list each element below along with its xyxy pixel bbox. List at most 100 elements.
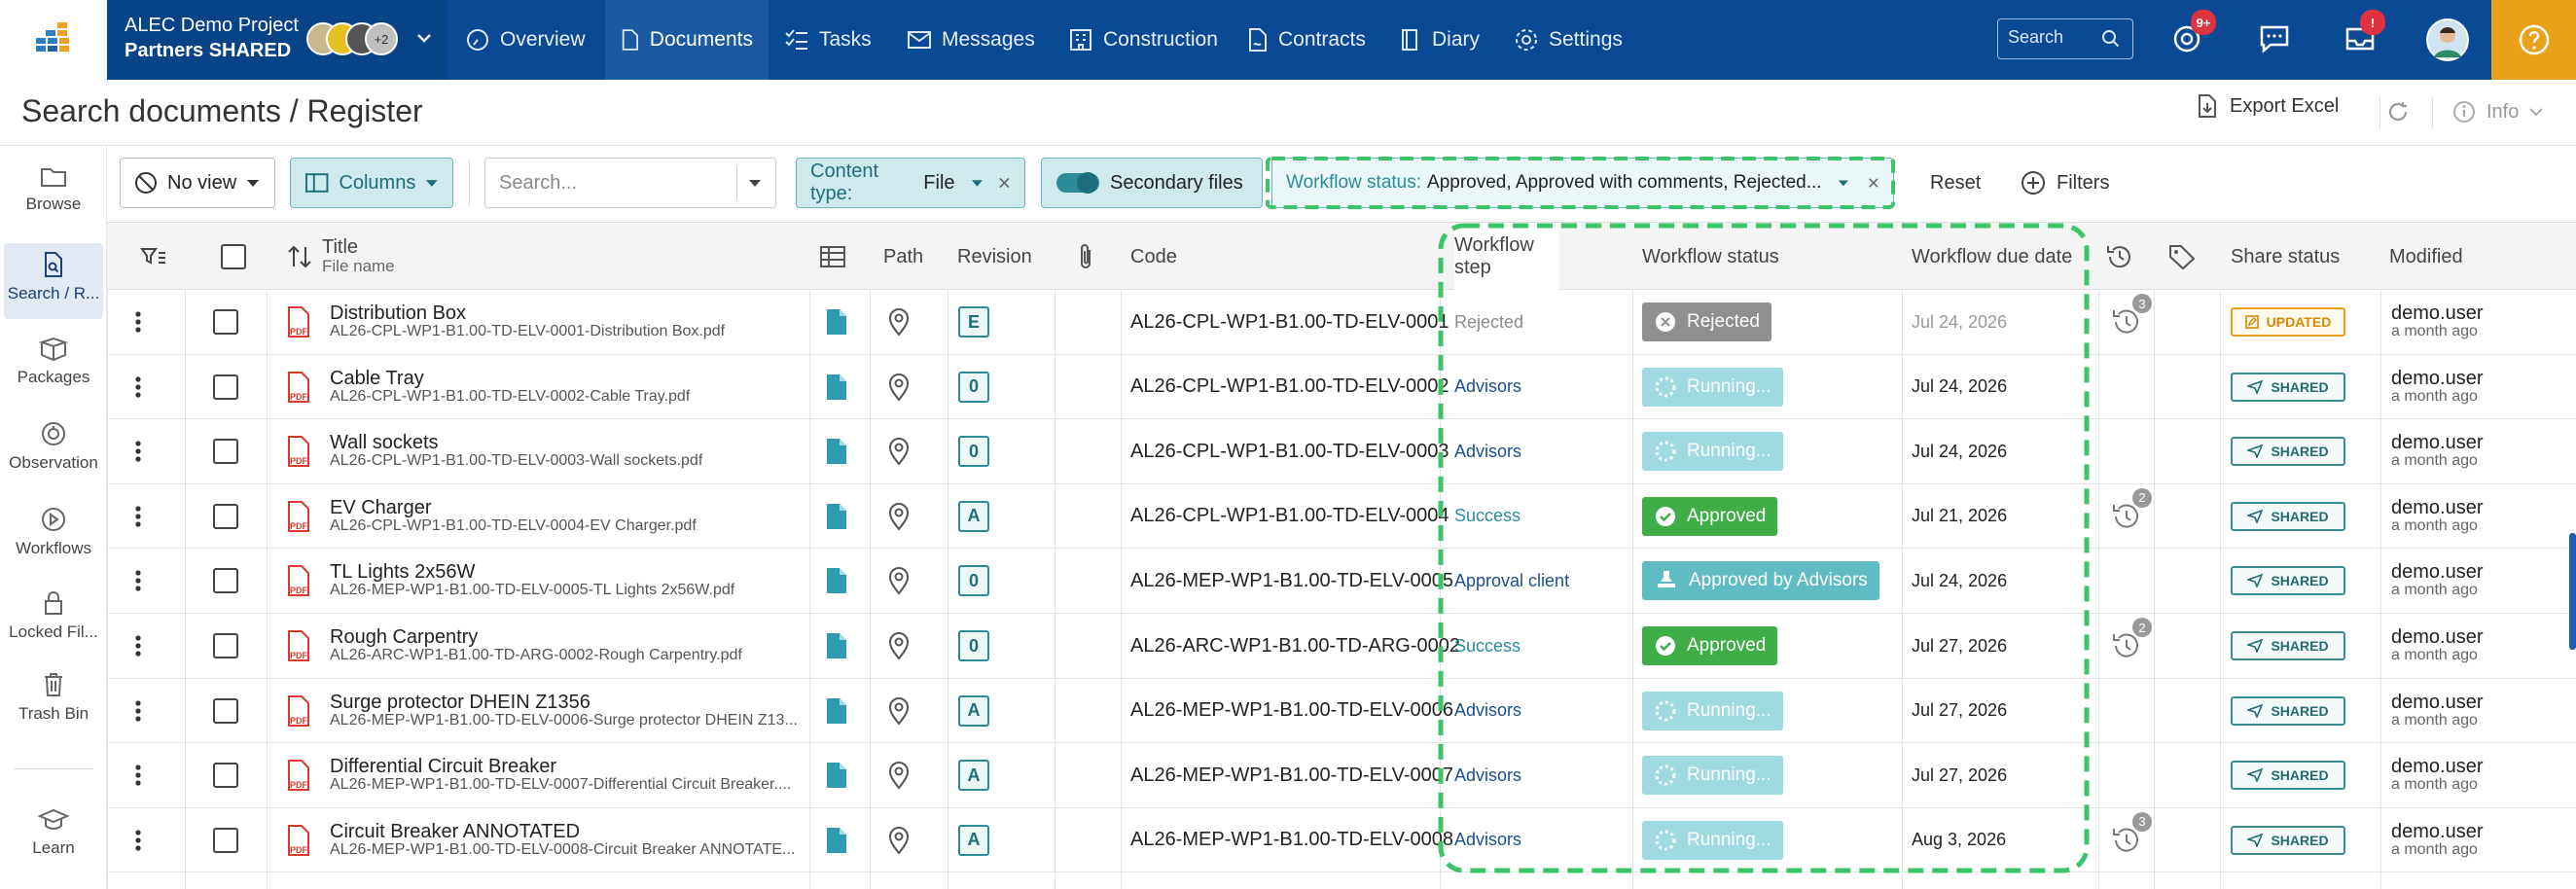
workflow-step[interactable]: Success <box>1454 614 1521 678</box>
column-workflow-due-date[interactable]: Workflow due date <box>1912 223 2072 291</box>
table-row[interactable]: PDF TL Lights 2x56W AL26-MEP-WP1-B1.00-T… <box>107 549 2576 614</box>
column-modified[interactable]: Modified <box>2389 223 2463 291</box>
share-status-badge[interactable]: SHARED <box>2231 695 2345 726</box>
search-input[interactable]: Search... <box>484 158 776 208</box>
column-workflow-status[interactable]: Workflow status <box>1642 223 1779 291</box>
row-checkbox[interactable] <box>213 743 238 807</box>
help-button[interactable] <box>2491 0 2576 80</box>
document-title-cell[interactable]: Cable Tray AL26-CPL-WP1-B1.00-TD-ELV-000… <box>330 355 797 419</box>
history-button[interactable]: 2 <box>2111 484 2152 549</box>
row-menu-button[interactable] <box>134 419 142 483</box>
row-checkbox[interactable] <box>213 614 238 678</box>
document-title-cell[interactable]: Differential Circuit Breaker AL26-MEP-WP… <box>330 743 797 807</box>
checkbox[interactable] <box>221 244 246 269</box>
document-title[interactable]: Cable Tray <box>330 369 424 388</box>
member-avatars[interactable]: +2 <box>306 18 462 57</box>
column-history[interactable] <box>2105 223 2134 291</box>
location-pin-icon[interactable] <box>887 419 911 483</box>
row-checkbox[interactable] <box>213 679 238 743</box>
user-avatar[interactable] <box>2426 18 2469 61</box>
document-preview-icon[interactable] <box>825 484 848 549</box>
sidebar-item-learn[interactable]: Learn <box>0 807 107 858</box>
column-workflow-step[interactable]: Workflow step <box>1454 223 1559 291</box>
checkbox[interactable] <box>213 697 238 724</box>
nav-settings[interactable]: Settings <box>1498 0 1638 80</box>
location-pin-icon[interactable] <box>887 614 911 678</box>
document-title-cell[interactable]: EV Charger AL26-CPL-WP1-B1.00-TD-ELV-000… <box>330 484 797 549</box>
checkbox[interactable] <box>213 763 238 789</box>
column-preview[interactable] <box>819 223 846 291</box>
document-preview-icon[interactable] <box>825 419 848 483</box>
share-status-badge[interactable]: SHARED <box>2231 566 2345 596</box>
project-switcher[interactable]: ALEC Demo Project Partners SHARED +2 <box>107 0 447 80</box>
sidebar-item-browse[interactable]: Browse <box>0 165 107 214</box>
location-pin-icon[interactable] <box>887 549 911 613</box>
nav-overview[interactable]: Overview <box>449 0 601 80</box>
history-button[interactable]: 2 <box>2111 614 2152 678</box>
column-attachments[interactable] <box>1076 223 1095 291</box>
sidebar-item-search-register[interactable]: Search / R... <box>4 243 103 319</box>
filters-button[interactable]: Filters <box>2006 158 2123 208</box>
document-title[interactable]: Circuit Breaker ANNOTATED <box>330 822 580 841</box>
nav-contracts[interactable]: Contracts <box>1232 0 1381 80</box>
close-icon[interactable] <box>1868 176 1879 190</box>
share-status-badge[interactable]: SHARED <box>2231 825 2345 855</box>
chat-button[interactable] <box>2257 21 2292 56</box>
row-menu-button[interactable] <box>134 679 142 743</box>
document-title-cell[interactable]: Circuit Breaker ANNOTATED AL26-MEP-WP1-B… <box>330 808 797 872</box>
share-status-badge[interactable]: SHARED <box>2231 631 2345 660</box>
refresh-button[interactable] <box>2385 99 2411 124</box>
checkbox[interactable] <box>213 373 238 400</box>
sidebar-item-packages[interactable]: Packages <box>0 337 107 387</box>
table-row[interactable]: PDF Circuit Breaker ANNOTATED AL26-MEP-W… <box>107 808 2576 873</box>
document-preview-icon[interactable] <box>825 290 848 354</box>
checkbox[interactable] <box>213 827 238 853</box>
table-row[interactable]: PDF EV Charger AL26-CPL-WP1-B1.00-TD-ELV… <box>107 484 2576 550</box>
document-title[interactable]: Wall sockets <box>330 433 439 452</box>
row-checkbox[interactable] <box>213 419 238 483</box>
table-row[interactable]: PDF Wall sockets AL26-CPL-WP1-B1.00-TD-E… <box>107 419 2576 484</box>
column-title[interactable]: Title File name <box>287 223 395 291</box>
sidebar-item-observation[interactable]: Observation <box>0 420 107 473</box>
row-checkbox[interactable] <box>213 290 238 354</box>
share-status-badge[interactable]: UPDATED <box>2231 307 2345 337</box>
row-menu-button[interactable] <box>134 355 142 419</box>
row-menu-button[interactable] <box>134 743 142 807</box>
row-checkbox[interactable] <box>213 808 238 872</box>
nav-tasks[interactable]: Tasks <box>769 0 887 80</box>
document-title-cell[interactable]: Wall sockets AL26-CPL-WP1-B1.00-TD-ELV-0… <box>330 419 797 483</box>
reset-button[interactable]: Reset <box>1916 158 1994 208</box>
location-pin-icon[interactable] <box>887 290 911 354</box>
row-menu-button[interactable] <box>134 484 142 549</box>
document-preview-icon[interactable] <box>825 743 848 807</box>
close-icon[interactable] <box>998 176 1011 190</box>
share-status-badge[interactable]: SHARED <box>2231 437 2345 467</box>
content-type-filter[interactable]: Content type: File <box>796 158 1025 208</box>
column-share-status[interactable]: Share status <box>2231 223 2340 291</box>
select-all-checkbox[interactable] <box>221 223 246 291</box>
workflow-step[interactable]: Advisors <box>1454 743 1521 807</box>
location-pin-icon[interactable] <box>887 743 911 807</box>
table-row[interactable]: PDF Distribution Box AL26-CPL-WP1-B1.00-… <box>107 290 2576 355</box>
workflow-step[interactable]: Advisors <box>1454 808 1521 872</box>
document-title-cell[interactable]: Rough Carpentry AL26-ARC-WP1-B1.00-TD-AR… <box>330 614 797 678</box>
document-title[interactable]: Differential Circuit Breaker <box>330 757 556 776</box>
workflow-step[interactable]: Advisors <box>1454 419 1521 483</box>
row-checkbox[interactable] <box>213 355 238 419</box>
document-title-cell[interactable]: Surge protector DHEIN Z1356 AL26-MEP-WP1… <box>330 679 797 743</box>
row-checkbox[interactable] <box>213 549 238 613</box>
document-title-cell[interactable]: TL Lights 2x56W AL26-MEP-WP1-B1.00-TD-EL… <box>330 549 797 613</box>
row-menu-button[interactable] <box>134 549 142 613</box>
document-title-cell[interactable]: Distribution Box AL26-CPL-WP1-B1.00-TD-E… <box>330 290 797 354</box>
checkbox[interactable] <box>213 503 238 529</box>
share-status-badge[interactable]: SHARED <box>2231 372 2345 402</box>
columns-button[interactable]: Columns <box>290 158 453 208</box>
history-button[interactable]: 3 <box>2111 290 2152 354</box>
workflow-step[interactable]: Advisors <box>1454 355 1521 419</box>
location-pin-icon[interactable] <box>887 808 911 872</box>
location-pin-icon[interactable] <box>887 679 911 743</box>
checkbox[interactable] <box>213 309 238 335</box>
row-checkbox[interactable] <box>213 484 238 549</box>
inbox-button[interactable]: ! <box>2343 10 2385 56</box>
document-title[interactable]: Surge protector DHEIN Z1356 <box>330 693 590 712</box>
